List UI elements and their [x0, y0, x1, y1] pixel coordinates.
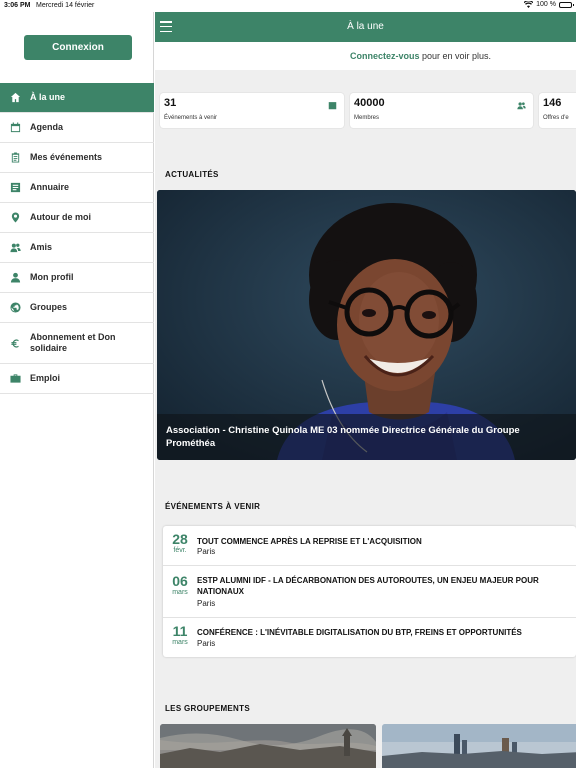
status-bar: 3:06 PM Mercredi 14 février 100 %	[0, 0, 576, 12]
group-card[interactable]	[382, 724, 576, 768]
event-day: 28	[172, 531, 188, 547]
stat-card-events[interactable]: 31 Événements à venir	[160, 93, 344, 128]
sidebar-item-label: À la une	[30, 92, 66, 102]
event-day: 11	[172, 623, 188, 639]
event-date: 28 févr.	[163, 532, 197, 555]
sidebar-item-label: Emploi	[30, 373, 61, 383]
friends-icon	[0, 242, 30, 253]
stat-value: 146	[543, 97, 562, 109]
news-caption: Association - Christine Quinola ME 03 no…	[157, 414, 576, 460]
sidebar-item-label: Abonnement et Don solidaire	[30, 332, 116, 353]
location-pin-icon	[0, 212, 30, 223]
sidebar-item-agenda[interactable]: Agenda	[0, 113, 154, 143]
group-photo	[382, 724, 576, 768]
stats-row: 31 Événements à venir 40000 Membres 146 …	[155, 93, 576, 129]
sidebar-item-label: Agenda	[30, 122, 64, 132]
directory-icon	[0, 182, 30, 193]
main-content: À la une Connectez-vous pour en voir plu…	[155, 12, 576, 768]
stat-label: Membres	[354, 115, 380, 121]
sidebar-item-autour-de-moi[interactable]: Autour de moi	[0, 203, 154, 233]
sidebar-item-a-la-une[interactable]: À la une	[0, 83, 154, 113]
calendar-icon	[328, 97, 337, 115]
event-location: Paris	[197, 639, 216, 648]
stat-label: Événements à venir	[164, 115, 218, 121]
connect-banner: Connectez-vous pour en voir plus.	[155, 42, 576, 70]
battery-percent: 100 %	[536, 1, 556, 8]
stat-card-members[interactable]: 40000 Membres	[350, 93, 533, 128]
login-button[interactable]: Connexion	[24, 35, 132, 60]
sidebar-item-annuaire[interactable]: Annuaire	[0, 173, 154, 203]
news-card[interactable]: Association - Christine Quinola ME 03 no…	[157, 190, 576, 460]
stat-value: 31	[164, 97, 177, 109]
groups-row	[160, 724, 576, 768]
stat-value: 40000	[354, 97, 385, 109]
clipboard-icon	[0, 152, 30, 163]
sidebar-item-emploi[interactable]: Emploi	[0, 364, 154, 394]
event-title: TOUT COMMENCE APRÈS LA REPRISE ET L'ACQU…	[197, 537, 422, 546]
events-list: 28 févr. TOUT COMMENCE APRÈS LA REPRISE …	[163, 526, 576, 657]
sidebar-item-mon-profil[interactable]: Mon profil	[0, 263, 154, 293]
sidebar-item-label: Autour de moi	[30, 212, 91, 222]
event-title: CONFÉRENCE : L'INÉVITABLE DIGITALISATION…	[197, 628, 522, 637]
event-item[interactable]: 11 mars CONFÉRENCE : L'INÉVITABLE DIGITA…	[163, 618, 576, 657]
sidebar-item-label: Mes événements	[30, 152, 103, 162]
calendar-icon	[0, 122, 30, 133]
section-title-groups: LES GROUPEMENTS	[165, 704, 250, 713]
home-icon	[0, 92, 30, 103]
section-title-news: ACTUALITÉS	[165, 170, 219, 179]
event-item[interactable]: 28 févr. TOUT COMMENCE APRÈS LA REPRISE …	[163, 526, 576, 566]
stat-label: Offres d'e	[543, 115, 569, 121]
sidebar-item-mes-evenements[interactable]: Mes événements	[0, 143, 154, 173]
euro-icon	[0, 338, 30, 349]
page-title: À la une	[347, 21, 384, 32]
battery-icon	[559, 1, 574, 8]
event-date: 06 mars	[163, 574, 197, 597]
wifi-icon	[524, 1, 534, 8]
event-date: 11 mars	[163, 624, 197, 647]
connect-text: pour en voir plus.	[419, 51, 492, 61]
globe-icon	[0, 302, 30, 313]
group-photo	[160, 724, 376, 768]
status-time: 3:06 PM	[4, 2, 31, 9]
sidebar-item-label: Mon profil	[30, 272, 74, 282]
event-item[interactable]: 06 mars ESTP ALUMNI IDF - LA DÉCARBONATI…	[163, 566, 576, 618]
connect-link[interactable]: Connectez-vous	[350, 51, 420, 61]
briefcase-icon	[0, 373, 30, 384]
status-date: Mercredi 14 février	[36, 2, 95, 9]
members-icon	[517, 97, 526, 115]
sidebar: Connexion À la une Agenda Mes événements…	[0, 12, 154, 768]
status-right: 100 %	[524, 1, 574, 8]
section-title-events: ÉVÉNEMENTS À VENIR	[165, 502, 261, 511]
event-month: févr.	[173, 547, 187, 554]
sidebar-item-label: Groupes	[30, 302, 68, 312]
sidebar-item-amis[interactable]: Amis	[0, 233, 154, 263]
event-location: Paris	[197, 547, 216, 556]
event-day: 06	[172, 573, 188, 589]
sidebar-item-label: Amis	[30, 242, 53, 252]
event-title: ESTP ALUMNI IDF - LA DÉCARBONATION DES A…	[197, 576, 539, 596]
event-month: mars	[172, 639, 188, 646]
event-month: mars	[172, 589, 188, 596]
sidebar-item-abonnement[interactable]: Abonnement et Don solidaire	[0, 323, 154, 364]
event-location: Paris	[197, 599, 216, 608]
group-card[interactable]	[160, 724, 376, 768]
sidebar-item-groupes[interactable]: Groupes	[0, 293, 154, 323]
stat-card-jobs[interactable]: 146 Offres d'e	[539, 93, 576, 128]
sidebar-item-label: Annuaire	[30, 182, 70, 192]
profile-icon	[0, 272, 30, 283]
sidebar-menu: À la une Agenda Mes événements Annuaire …	[0, 83, 154, 394]
top-bar: À la une	[155, 12, 576, 42]
